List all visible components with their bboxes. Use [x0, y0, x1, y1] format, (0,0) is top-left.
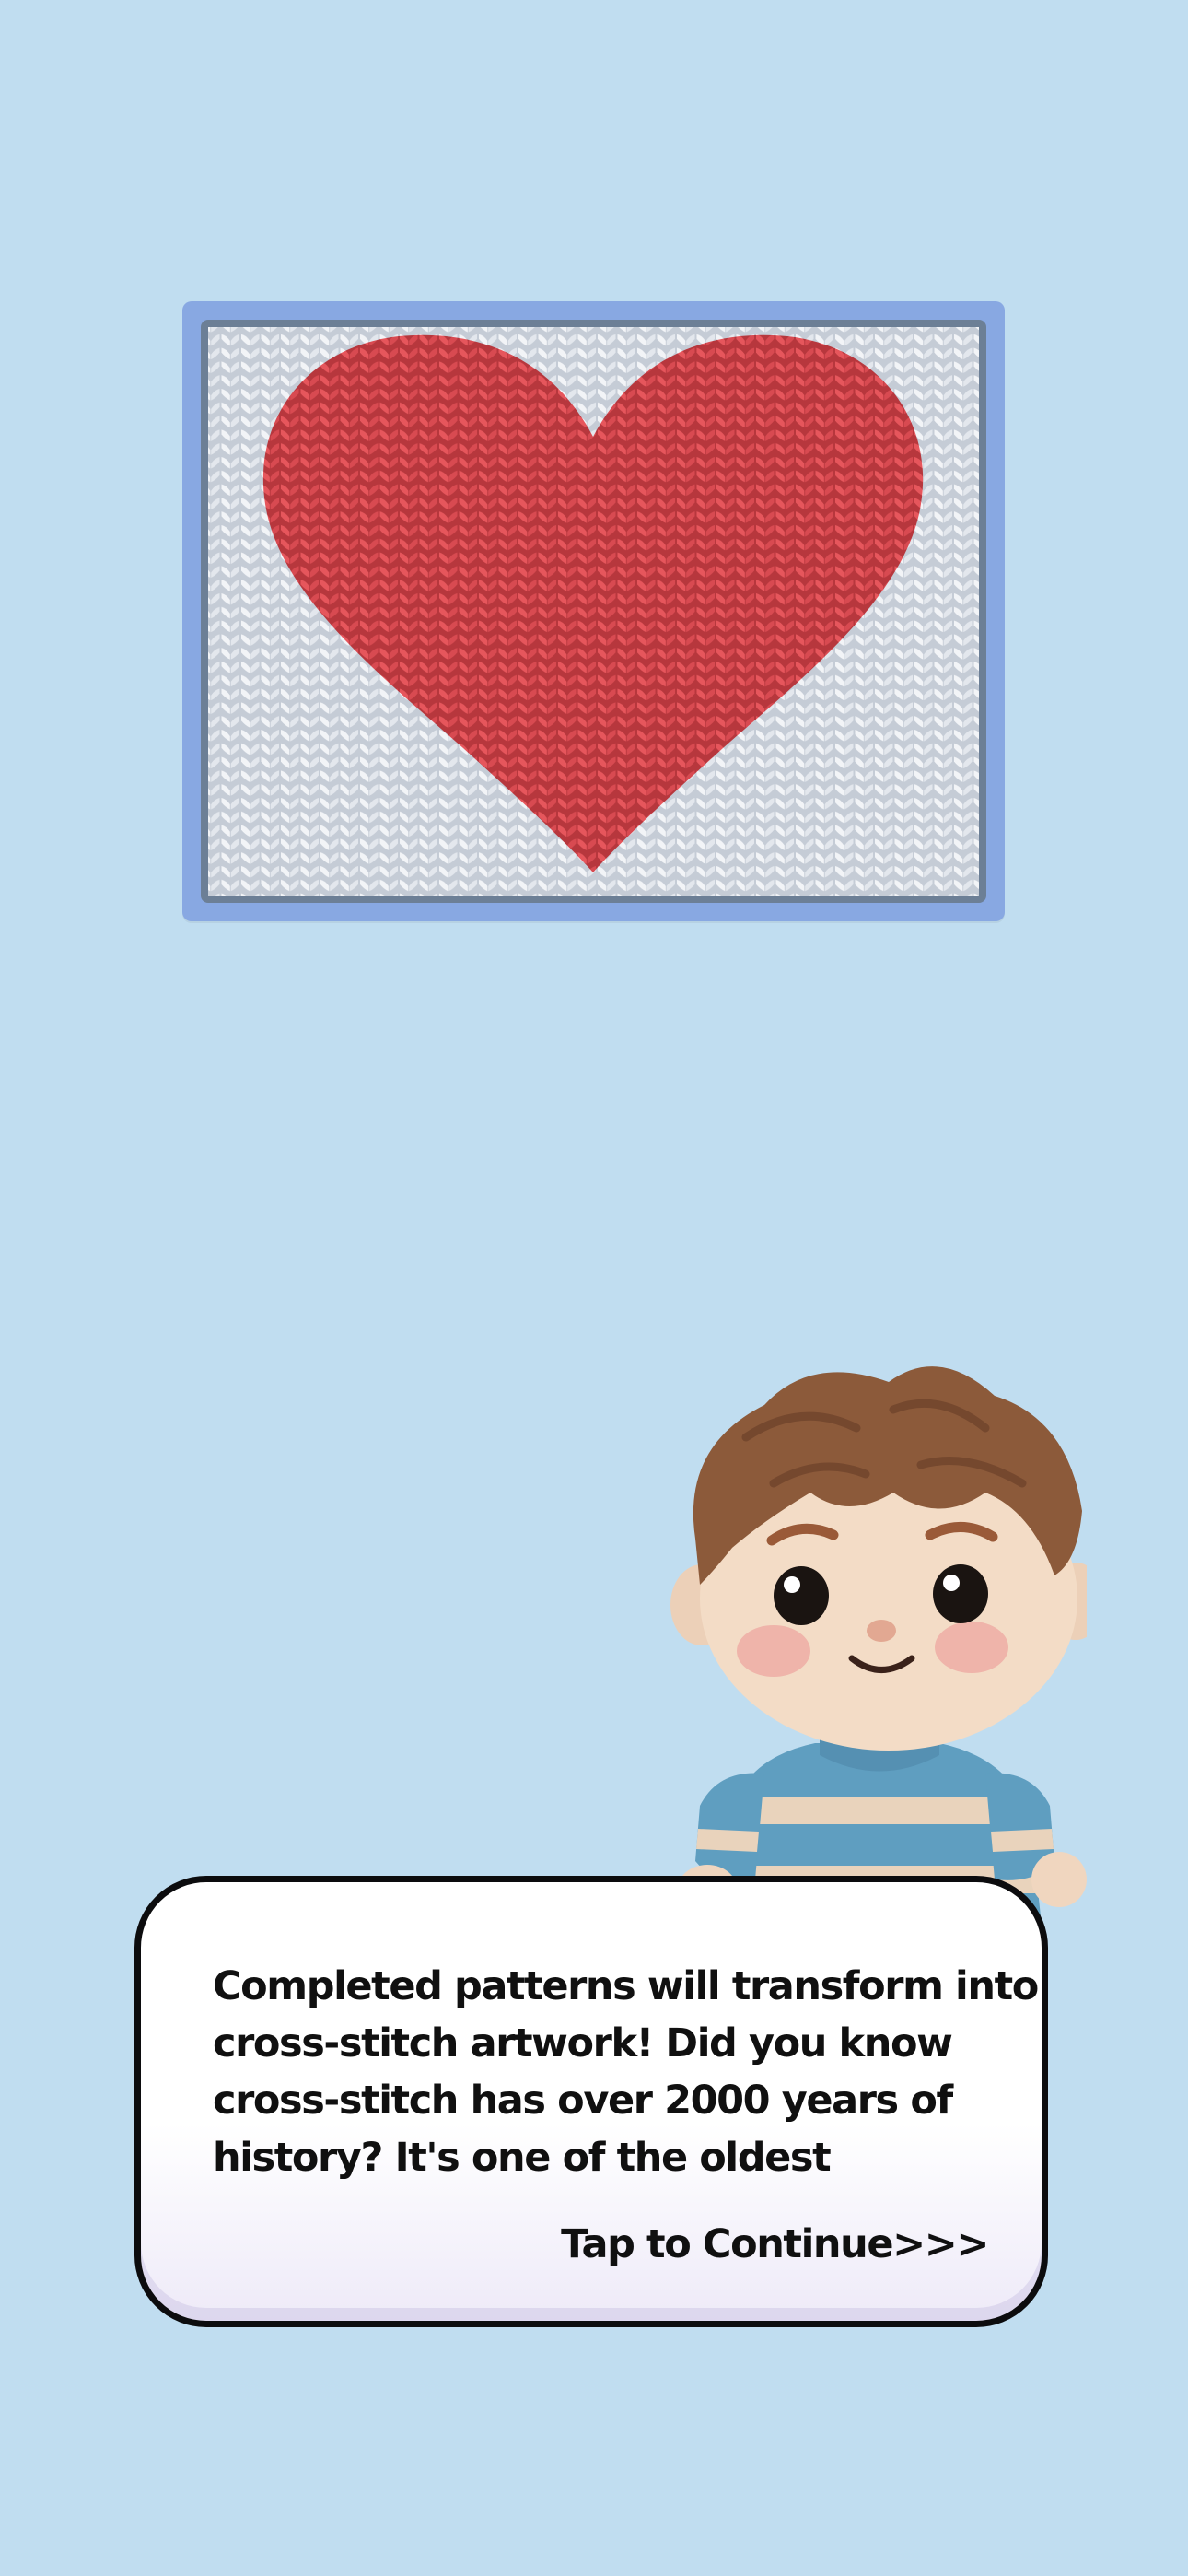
- dialog-line: cross-stitch has over 2000 years of: [213, 2078, 953, 2124]
- knit-canvas: [201, 320, 986, 903]
- knitted-boy-character: [670, 1366, 1087, 1916]
- dialog-line: Completed patterns will transform into: [213, 1963, 1039, 2009]
- artwork-frame: [182, 301, 1005, 921]
- heart-icon: [208, 327, 979, 896]
- dialog-message: Completed patterns will transform into c…: [213, 1958, 1039, 2186]
- dialog-line: history? It's one of the oldest: [213, 2135, 832, 2181]
- tutorial-dialog[interactable]: Completed patterns will transform into c…: [134, 1876, 1048, 2327]
- tap-to-continue-button[interactable]: Tap to Continue>>>: [561, 2221, 989, 2267]
- dialog-line: cross-stitch artwork! Did you know: [213, 2020, 953, 2067]
- tutorial-screen[interactable]: Completed patterns will transform into c…: [0, 0, 1188, 2576]
